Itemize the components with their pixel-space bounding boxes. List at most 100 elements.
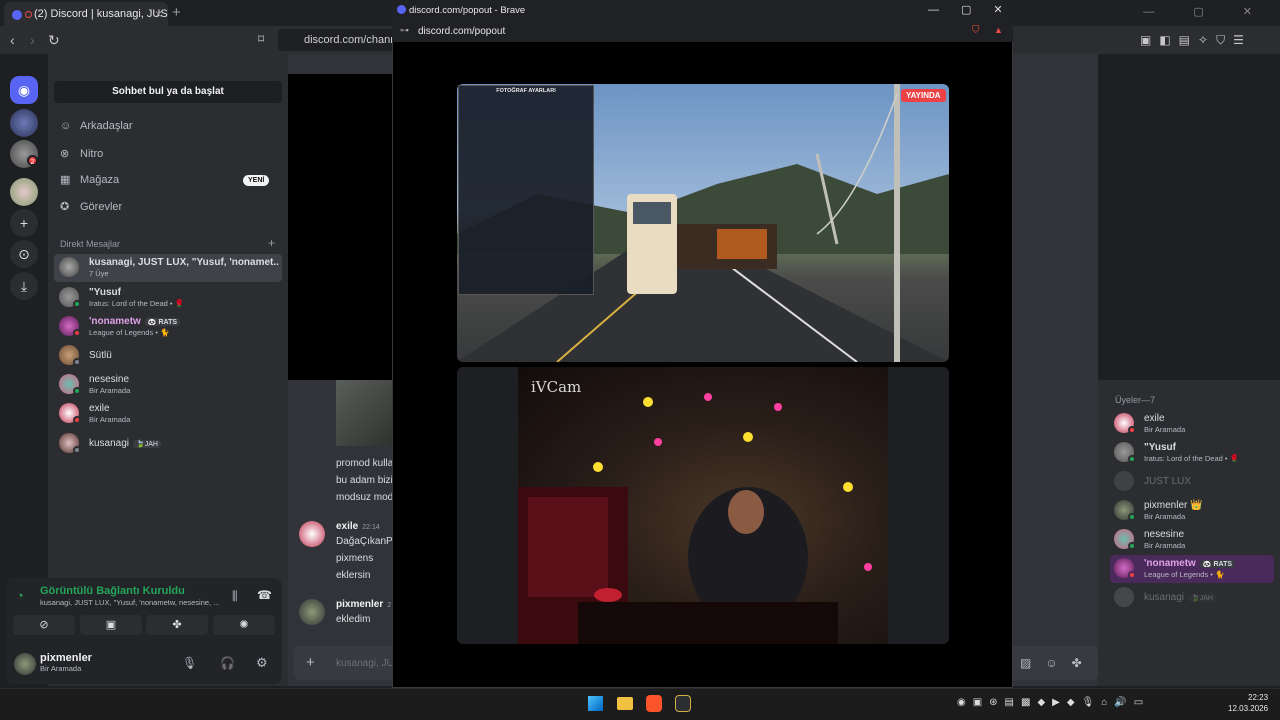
status-online xyxy=(1128,513,1136,521)
create-dm-icon[interactable]: + xyxy=(268,236,275,250)
app-icon[interactable] xyxy=(675,695,691,712)
dm-item-group[interactable]: kusanagi, JUST LUX, "Yusuf, 'nonamet... … xyxy=(54,254,282,282)
member-item[interactable]: "Yusuf Iratus: Lord of the Dead • 🌹 xyxy=(1110,439,1276,467)
avatar xyxy=(1114,587,1134,607)
server-avatar[interactable] xyxy=(10,109,38,137)
dm-item-kusanagi[interactable]: kusanagi 🍃JAH xyxy=(54,430,282,458)
author-avatar[interactable] xyxy=(299,521,325,547)
brave-rewards-icon[interactable]: ▲ xyxy=(994,25,1003,35)
member-item[interactable]: nesesine Bir Aramada xyxy=(1110,526,1276,554)
microphone-icon[interactable]: 🎙 xyxy=(182,656,197,670)
friends-icon: ☺ xyxy=(60,120,72,132)
brave-shields-icon[interactable]: ⛉ xyxy=(972,25,980,36)
camera-off-button[interactable]: ⊘ xyxy=(13,615,75,635)
activities-button[interactable]: ✤ xyxy=(146,615,208,635)
back-icon[interactable]: ‹ xyxy=(10,32,15,48)
member-sub: League of Legends • 🐈 xyxy=(1144,570,1225,579)
system-tray-icons[interactable]: ◉▣⊛▤▩◆▶◆🎙⌂🔊▭ xyxy=(957,697,1150,708)
status-offline xyxy=(73,358,81,366)
browser-toolbar-icons[interactable]: ▣◧▤✧⛉☰ xyxy=(1140,33,1252,48)
nav-friends[interactable]: ☺ Arkadaşlar xyxy=(60,120,133,132)
dm-sub: Iratus: Lord of the Dead • 🌹 xyxy=(89,299,184,308)
new-tab-button[interactable]: + xyxy=(172,4,181,21)
signal-icon[interactable]: ◔ xyxy=(16,588,24,603)
windows-start-icon[interactable] xyxy=(588,696,603,711)
address-text: discord.com/channel xyxy=(304,34,405,46)
nav-shop[interactable]: ▦ Mağaza xyxy=(60,173,119,186)
discord-home-icon[interactable]: ◉ xyxy=(10,76,38,104)
nav-quests[interactable]: ✪ Görevler xyxy=(60,200,122,213)
author-name[interactable]: pixmenler xyxy=(336,599,383,610)
message-text: eklersin xyxy=(336,570,371,581)
screen-share-button[interactable]: ▣ xyxy=(80,615,142,635)
tab-title: (2) Discord | kusanagi, JUST L xyxy=(34,8,168,20)
camera-watermark: iVCam xyxy=(531,378,582,396)
popout-url: discord.com/popout xyxy=(418,26,506,37)
server-avatar[interactable] xyxy=(10,178,38,206)
address-bar[interactable]: discord.com/channel xyxy=(278,29,408,51)
popout-window-controls[interactable]: —▢✕ xyxy=(928,3,1025,16)
member-item[interactable]: pixmenler 👑 Bir Aramada xyxy=(1110,497,1276,525)
attachment-image[interactable] xyxy=(336,380,392,446)
author-avatar[interactable] xyxy=(299,599,325,625)
file-explorer-icon[interactable] xyxy=(617,697,633,710)
user-avatar[interactable] xyxy=(14,653,36,675)
dm-item-yusuf[interactable]: "Yusuf Iratus: Lord of the Dead • 🌹 xyxy=(54,284,282,312)
input-toolbar-icons[interactable]: ▨☺✤ xyxy=(1020,656,1096,670)
browser-window-controls[interactable]: — ▢ ✕ xyxy=(1143,5,1270,18)
headset-icon[interactable]: 🎧 xyxy=(220,656,235,670)
voice-status-title[interactable]: Görüntülü Bağlantı Kuruldu xyxy=(40,585,185,597)
member-name: kusanagi xyxy=(1144,592,1185,603)
forward-icon[interactable]: › xyxy=(30,32,35,48)
voice-channel-members: kusanagi, JUST LUX, "Yusuf, 'nonametw, n… xyxy=(40,598,220,607)
member-item[interactable]: kusanagi 🍃JAH xyxy=(1110,584,1276,612)
settings-gear-icon[interactable]: ⚙ xyxy=(256,655,268,671)
dm-item-nonametw[interactable]: 'nonametw 🐼 RATS League of Legends • 🐈 xyxy=(54,313,282,341)
avatar xyxy=(59,257,79,277)
nitro-icon: ⊗ xyxy=(60,148,70,160)
download-icon[interactable]: ⤓ xyxy=(10,272,38,300)
browser-tab-discord[interactable]: (2) Discord | kusanagi, JUST L × xyxy=(4,2,168,26)
discord-favicon-icon xyxy=(397,5,406,14)
member-name: exile xyxy=(1144,413,1165,424)
dm-name: kusanagi, JUST LUX, "Yusuf, 'nonamet... xyxy=(89,257,279,268)
member-sub: Bir Aramada xyxy=(1144,541,1186,550)
dm-sub: Bir Aramada xyxy=(89,415,131,424)
live-badge: YAYINDA xyxy=(901,89,946,102)
guild-tag: 🐼 RATS xyxy=(144,318,181,326)
message-time: 22:14 xyxy=(362,524,380,531)
member-name: nesesine xyxy=(1144,529,1185,540)
dm-item-nesesine[interactable]: nesesine Bir Aramada xyxy=(54,371,282,399)
bookmark-icon[interactable]: ⌑ xyxy=(258,32,264,46)
member-sub: Iratus: Lord of the Dead • 🌹 xyxy=(1144,454,1239,463)
status-dnd xyxy=(1128,426,1136,434)
taskbar-clock[interactable]: 22:23 12.03.2026 xyxy=(1228,692,1268,714)
add-server-icon[interactable]: + xyxy=(10,209,38,237)
username: pixmenler xyxy=(40,652,92,664)
member-name: "Yusuf xyxy=(1144,442,1176,453)
author-name[interactable]: exile xyxy=(336,521,358,532)
find-conversation-button[interactable]: Sohbet bul ya da başlat xyxy=(54,81,282,103)
photo-settings-menu[interactable] xyxy=(458,85,594,295)
popout-title: discord.com/popout - Brave xyxy=(409,5,526,16)
member-item[interactable]: exile Bir Aramada xyxy=(1110,410,1276,438)
reload-icon[interactable]: ↻ xyxy=(48,32,60,49)
dm-item-exile[interactable]: exile Bir Aramada xyxy=(54,400,282,428)
dm-sub: Bir Aramada xyxy=(89,386,131,395)
status-dnd xyxy=(1128,571,1136,579)
nav-nitro[interactable]: ⊗ Nitro xyxy=(60,147,103,160)
attach-plus-icon[interactable]: + xyxy=(306,654,315,671)
discover-icon[interactable]: ⊙ xyxy=(10,240,38,268)
site-info-icon[interactable]: ⊶ xyxy=(400,25,409,36)
soundboard-button[interactable]: ✺ xyxy=(213,615,275,635)
guild-tag: 🍃JAH xyxy=(133,440,161,448)
member-item[interactable]: JUST LUX xyxy=(1110,468,1276,496)
close-tab-icon[interactable]: × xyxy=(155,7,162,21)
dm-item-sutlu[interactable]: Sütlü xyxy=(54,342,282,370)
member-item-highlighted[interactable]: 'nonametw 🐼 RATS League of Legends • 🐈 xyxy=(1110,555,1274,583)
brave-browser-icon[interactable] xyxy=(646,695,662,712)
message-text: pixmens xyxy=(336,553,374,564)
disconnect-icon[interactable]: ☎ xyxy=(257,588,272,602)
guild-tag: 🐼 RATS xyxy=(1199,560,1236,568)
noise-suppression-icon[interactable]: ⫼ xyxy=(232,589,238,604)
